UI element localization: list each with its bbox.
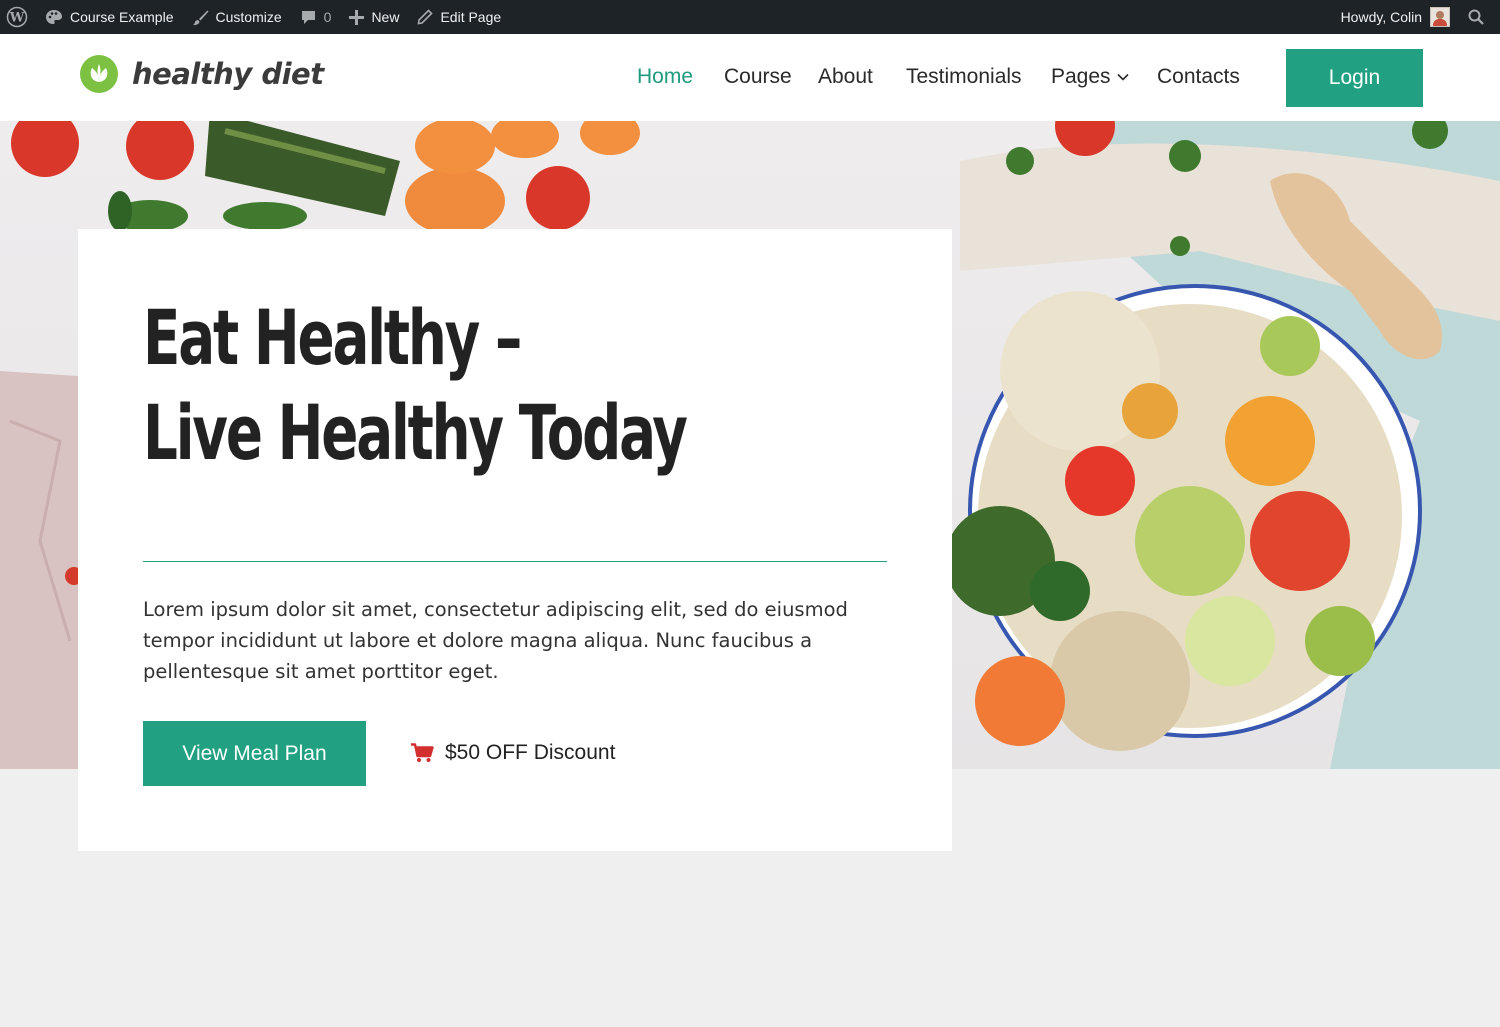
chevron-down-icon [1116,74,1129,82]
admin-search[interactable] [1459,0,1500,34]
discount-label: $50 OFF Discount [445,741,616,764]
hero-divider [143,561,887,562]
edit-page-label: Edit Page [440,9,502,25]
greeting-label: Howdy, Colin [1340,9,1422,25]
avatar [1430,7,1450,27]
nav-pages-label: Pages [1051,65,1111,88]
plus-icon [349,9,365,25]
search-icon [1468,9,1484,25]
admin-bar-left: W Course Example Customize 0 New Edit Pa… [0,0,510,34]
main-nav: Home Course About Testimonials Pages Con… [0,34,1500,121]
hero-headline: Eat Healthy – Live Healthy Today [143,290,688,480]
nav-home[interactable]: Home [637,65,693,89]
nav-contacts[interactable]: Contacts [1157,65,1240,89]
comments-count: 0 [323,9,332,25]
edit-page-link[interactable]: Edit Page [408,0,510,34]
palette-icon [46,10,62,24]
nav-testimonials[interactable]: Testimonials [906,65,1022,89]
svg-text:W: W [9,11,25,26]
headline-line-2: Live Healthy Today [143,388,688,477]
wordpress-icon: W [6,6,28,28]
cart-icon [411,743,434,762]
wordpress-menu[interactable]: W [0,0,36,34]
nav-about[interactable]: About [818,65,873,89]
site-header: healthy diet Home Course About Testimoni… [0,34,1500,121]
discount-link[interactable]: $50 OFF Discount [411,739,615,767]
new-content-menu[interactable]: New [340,0,408,34]
site-name-label: Course Example [70,9,174,25]
comments-link[interactable]: 0 [291,0,341,34]
site-name-menu[interactable]: Course Example [36,0,183,34]
hero-description: Lorem ipsum dolor sit amet, consectetur … [143,598,848,683]
customize-label: Customize [215,9,282,25]
brush-icon [192,10,208,25]
pencil-icon [418,9,434,25]
nav-course[interactable]: Course [724,65,792,89]
account-menu[interactable]: Howdy, Colin [1332,0,1459,34]
new-label: New [371,9,400,25]
customize-link[interactable]: Customize [183,0,291,34]
nav-pages[interactable]: Pages [1051,65,1129,89]
login-button[interactable]: Login [1286,49,1423,107]
comment-icon [301,10,315,24]
admin-bar-right: Howdy, Colin [1332,0,1500,34]
view-meal-plan-button[interactable]: View Meal Plan [143,721,366,786]
headline-line-1: Eat Healthy – [143,293,522,382]
admin-bar: W Course Example Customize 0 New Edit Pa… [0,0,1500,34]
